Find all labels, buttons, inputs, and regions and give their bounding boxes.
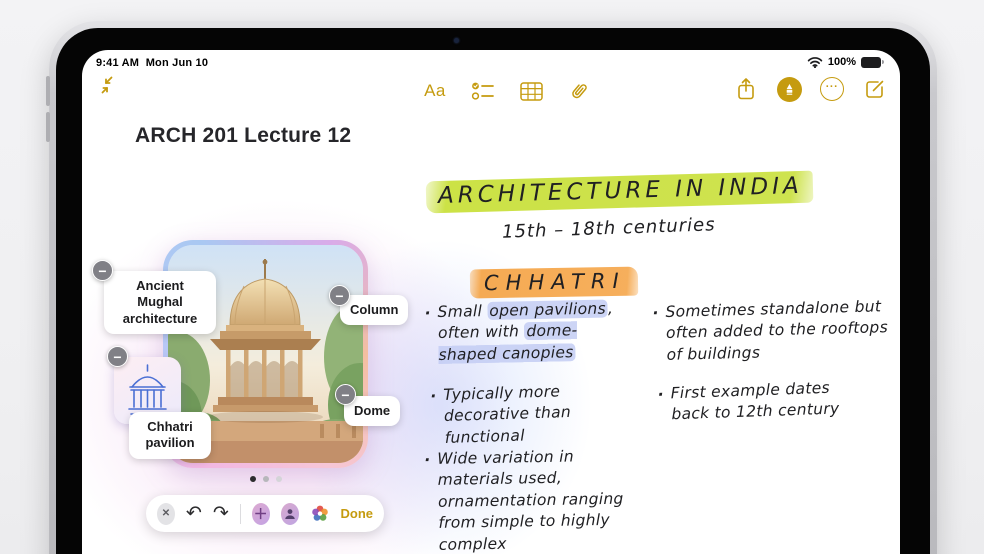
add-element-button[interactable]: ＋ [252, 503, 270, 525]
remove-label-button[interactable]: − [92, 260, 113, 281]
remove-sketch-button[interactable]: − [107, 346, 128, 367]
window-toolbar: ··· [733, 76, 888, 102]
close-button[interactable]: ✕ [157, 503, 175, 525]
bullet-standalone: · Sometimes standalone but often added t… [665, 296, 892, 366]
bullet-small-open-pavilions: · Small open pavilions, often with dome-… [437, 298, 633, 366]
text-format-button[interactable]: Aa [422, 78, 448, 104]
undo-icon: ↶ [186, 502, 202, 524]
page-dot-active[interactable] [250, 476, 256, 482]
orange-highlighted-title: CHHATRI [470, 267, 638, 299]
collapse-note-button[interactable] [98, 76, 116, 94]
handwritten-heading: ARCHITECTURE IN INDIA [426, 173, 813, 210]
share-button[interactable] [733, 76, 759, 102]
battery-icon [861, 57, 884, 68]
status-bar: 9:41 AM Mon Jun 10 100% [82, 56, 900, 72]
lavender-highlight: open pavilions [487, 299, 608, 320]
image-markup-toolbar: ✕ ↶ ↷ ＋ Done [146, 495, 384, 532]
compose-button[interactable] [862, 76, 888, 102]
minus-icon: − [335, 288, 343, 304]
remove-label-button[interactable]: − [329, 285, 350, 306]
volume-down-button [46, 112, 50, 142]
remove-label-button[interactable]: − [335, 384, 356, 405]
date: Mon Jun 10 [146, 57, 209, 69]
page-dot[interactable] [263, 476, 269, 482]
more-options-button[interactable]: ··· [820, 77, 844, 101]
handwritten-section-title: CHHATRI [470, 269, 638, 296]
image-playground-button[interactable] [310, 503, 330, 525]
green-highlighted-heading: ARCHITECTURE IN INDIA [426, 171, 813, 214]
redo-icon: ↷ [213, 502, 229, 524]
page-dot[interactable] [276, 476, 282, 482]
undo-button[interactable]: ↶ [186, 504, 202, 523]
minus-icon: − [98, 263, 106, 279]
battery-percent: 100% [828, 56, 856, 68]
bullet-decorative: · Typically more decorative than functio… [443, 379, 635, 449]
handwritten-subheading: 15th – 18th centuries [502, 214, 716, 242]
minus-icon: − [341, 387, 349, 403]
minus-icon: − [113, 349, 121, 365]
label-column[interactable]: Column [340, 295, 408, 325]
table-button[interactable] [518, 78, 544, 104]
page-indicator[interactable] [250, 476, 282, 482]
front-camera [454, 38, 459, 43]
label-ancient-mughal[interactable]: Ancient Mughal architecture [104, 271, 216, 334]
editor-toolbar: Aa [422, 78, 592, 104]
checklist-button[interactable] [470, 78, 496, 104]
plus-icon: ＋ [254, 504, 268, 524]
wifi-icon [807, 56, 823, 68]
label-chhatri-pavilion[interactable]: Chhatri pavilion [129, 412, 211, 459]
flower-icon [310, 504, 330, 524]
photo-backdrop: 9:41 AM Mon Jun 10 100% [0, 0, 984, 554]
text-format-label: Aa [424, 81, 446, 101]
toolbar-divider [240, 504, 241, 524]
status-time-date: 9:41 AM Mon Jun 10 [96, 57, 208, 69]
bullet-wide-variation: · Wide variation in materials used, orna… [437, 445, 654, 554]
note-title: ARCH 201 Lecture 12 [135, 124, 351, 148]
person-icon [284, 508, 296, 520]
bullet-first-example: · First example dates back to 12th centu… [670, 377, 861, 426]
volume-up-button [46, 76, 50, 106]
markup-button[interactable] [777, 77, 802, 102]
redo-button[interactable]: ↷ [213, 504, 229, 523]
ellipsis-icon: ··· [826, 81, 839, 93]
close-icon: ✕ [162, 508, 170, 519]
clock: 9:41 AM [96, 57, 139, 69]
subject-lift-button[interactable] [281, 503, 299, 525]
attachment-button[interactable] [566, 78, 592, 104]
notes-app-screen: 9:41 AM Mon Jun 10 100% [82, 50, 900, 554]
done-button[interactable]: Done [341, 506, 374, 521]
